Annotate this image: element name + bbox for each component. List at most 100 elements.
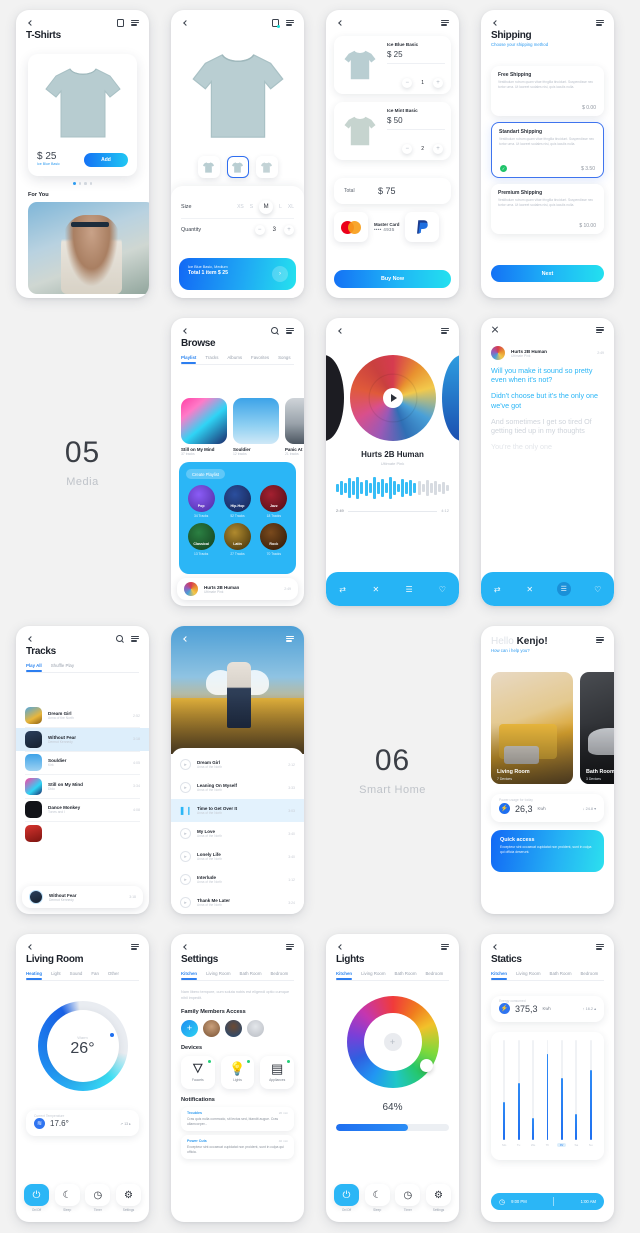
- energy-card[interactable]: Power usage for today ⚡ 26,3 Kwh ↓ 24.8 …: [491, 794, 604, 822]
- track-list[interactable]: Dream Girl Anna of the North 2:52 Withou…: [16, 704, 149, 880]
- room-cards[interactable]: Living Room 7 Devices Bath Room 3 Device…: [491, 672, 614, 784]
- tracks-tabs[interactable]: Play All Shuffle Play: [16, 657, 149, 672]
- tab-light[interactable]: Light: [51, 971, 61, 976]
- size-option-s[interactable]: S: [250, 204, 253, 210]
- family-avatars[interactable]: +: [171, 1015, 304, 1037]
- thumbnail-strip[interactable]: [171, 156, 304, 178]
- tab-albums[interactable]: Albums: [227, 355, 242, 360]
- play-icon[interactable]: ▸: [180, 851, 191, 862]
- bookmark-icon[interactable]: [117, 18, 124, 27]
- decrement-button[interactable]: −: [402, 78, 413, 88]
- tab-shuffle-play[interactable]: Shuffle Play: [51, 663, 74, 668]
- play-icon[interactable]: ▸: [180, 874, 191, 885]
- tab-kitchen[interactable]: Kitchen: [336, 971, 353, 980]
- action-bar[interactable]: ⏻ On/Off ☾ Sleep ◷ Timer ⚙ Settings: [24, 1184, 141, 1212]
- dial-knob[interactable]: [109, 1033, 114, 1037]
- quantity-stepper[interactable]: − 3 +: [254, 224, 294, 235]
- cart-arrow-icon[interactable]: ›: [272, 266, 288, 282]
- back-icon[interactable]: [181, 634, 190, 643]
- list-item[interactable]: Still on My Mind Dido 3:34: [16, 775, 149, 798]
- dot[interactable]: [84, 182, 87, 185]
- increment-button[interactable]: +: [433, 78, 443, 88]
- waveform[interactable]: [336, 476, 450, 500]
- search-icon[interactable]: [271, 327, 278, 334]
- genre-rock[interactable]: Rock 70 Tracks: [259, 523, 289, 556]
- search-icon[interactable]: [116, 635, 123, 642]
- back-icon[interactable]: [491, 18, 500, 27]
- brightness-slider[interactable]: [336, 1124, 449, 1131]
- room-card-living[interactable]: Living Room 7 Devices: [491, 672, 573, 784]
- album-carousel[interactable]: [326, 352, 459, 444]
- back-icon[interactable]: [181, 942, 190, 951]
- list-item[interactable]: ▸ Interlude Anna of the North 1:12: [171, 868, 304, 891]
- tab-bath-room[interactable]: Bath Room: [240, 971, 262, 976]
- decrement-button[interactable]: −: [254, 224, 265, 235]
- size-option-xl[interactable]: XL: [288, 204, 294, 210]
- tab-play-all[interactable]: Play All: [26, 663, 42, 672]
- thumbnail[interactable]: [197, 156, 220, 178]
- list-item[interactable]: ▸ My Love Anna of the North 3:40: [171, 822, 304, 845]
- cart-item-stepper[interactable]: − 2 +: [402, 144, 443, 154]
- hamburger-icon[interactable]: [441, 19, 449, 26]
- notification-item[interactable]: 20 min Troubles Cras quis nulla commodo,…: [181, 1106, 294, 1132]
- tab-favorites[interactable]: Favorites: [251, 355, 269, 360]
- heart-icon[interactable]: ♡: [592, 584, 603, 595]
- tab-heating[interactable]: Heating: [26, 971, 43, 980]
- action-timer[interactable]: ◷ Timer: [395, 1184, 421, 1212]
- size-options[interactable]: XS S M L XL: [237, 200, 294, 214]
- hamburger-icon[interactable]: [286, 943, 294, 950]
- device-grid[interactable]: 🜄 Faucets 💡 Lights ▤ Appliances: [171, 1051, 304, 1089]
- size-option-m-selected[interactable]: M: [259, 200, 274, 214]
- player-controls[interactable]: ⇄ ✕ ☰ ♡: [326, 572, 459, 606]
- album-card[interactable]: Souldier 12 tracks: [233, 398, 279, 456]
- hamburger-icon[interactable]: [131, 635, 139, 642]
- hamburger-icon[interactable]: [441, 327, 449, 334]
- tab-bedroom[interactable]: Bedroom: [425, 971, 443, 976]
- play-icon[interactable]: ▸: [180, 759, 191, 770]
- dot[interactable]: [78, 182, 82, 185]
- dot[interactable]: [89, 182, 93, 185]
- device-appliances[interactable]: ▤ Appliances: [260, 1055, 295, 1089]
- notification-item[interactable]: 40 min Power Cuts Excepteur sint occaeca…: [181, 1135, 294, 1160]
- action-sleep[interactable]: ☾ Sleep: [54, 1184, 80, 1212]
- action-bar[interactable]: ⏻ On/Off ☾ Sleep ◷ Timer ⚙ Settings: [334, 1184, 451, 1212]
- hamburger-icon[interactable]: [596, 637, 604, 643]
- genre-classical[interactable]: Classical 13 Tracks: [186, 523, 216, 556]
- list-item-playing[interactable]: ❚❙ Time to Get Over It Anna of the North…: [171, 799, 304, 822]
- back-icon[interactable]: [26, 18, 35, 27]
- action-sleep[interactable]: ☾ Sleep: [364, 1184, 390, 1212]
- action-onoff[interactable]: ⏻ On/Off: [24, 1184, 49, 1212]
- carousel-dots[interactable]: [16, 182, 149, 185]
- list-item[interactable]: ▸ Lonely Life Anna of the North 3:40: [171, 845, 304, 868]
- tab-bedroom[interactable]: Bedroom: [270, 971, 288, 976]
- add-button[interactable]: Add: [84, 153, 128, 167]
- hamburger-icon[interactable]: [131, 19, 139, 26]
- play-icon[interactable]: ▸: [180, 828, 191, 839]
- tab-songs[interactable]: Songs: [278, 355, 290, 360]
- now-playing-bar[interactable]: Hurts 2B Human Ultimate Pink 2:49: [177, 578, 298, 600]
- tab-bath-room[interactable]: Bath Room: [395, 971, 417, 976]
- back-icon[interactable]: [181, 326, 190, 335]
- list-item[interactable]: Dance Monkey Tones and I 4:08: [16, 798, 149, 821]
- cart-item[interactable]: Ice Blue Basic $ 25 − 1 +: [334, 36, 451, 94]
- action-settings[interactable]: ⚙ Settings: [115, 1184, 141, 1212]
- album-row[interactable]: Still on My Mind 37 tracks Souldier 12 t…: [181, 398, 304, 456]
- tab-kitchen[interactable]: Kitchen: [181, 971, 198, 980]
- repeat-icon[interactable]: ⇄: [337, 584, 348, 595]
- queue-icon[interactable]: ☰: [404, 584, 415, 595]
- dot[interactable]: [72, 182, 76, 185]
- repeat-icon[interactable]: ⇄: [492, 584, 503, 595]
- statics-tabs[interactable]: Kitchen Living Room Bath Room Bedroom: [481, 965, 614, 980]
- back-icon[interactable]: [26, 942, 35, 951]
- genre-latin[interactable]: Latin 27 Tracks: [222, 523, 252, 556]
- size-option-l[interactable]: L: [279, 204, 282, 210]
- back-icon[interactable]: [181, 18, 190, 27]
- tab-living-room[interactable]: Living Room: [206, 971, 230, 976]
- cart-icon[interactable]: [272, 18, 280, 28]
- tab-bath-room[interactable]: Bath Room: [550, 971, 572, 976]
- album-card[interactable]: Still on My Mind 37 tracks: [181, 398, 227, 456]
- back-icon[interactable]: [26, 634, 35, 643]
- tab-playlist[interactable]: Playlist: [181, 355, 197, 364]
- hamburger-icon[interactable]: [131, 943, 139, 950]
- genre-jazz[interactable]: Jazz 18 Tracks: [259, 485, 289, 518]
